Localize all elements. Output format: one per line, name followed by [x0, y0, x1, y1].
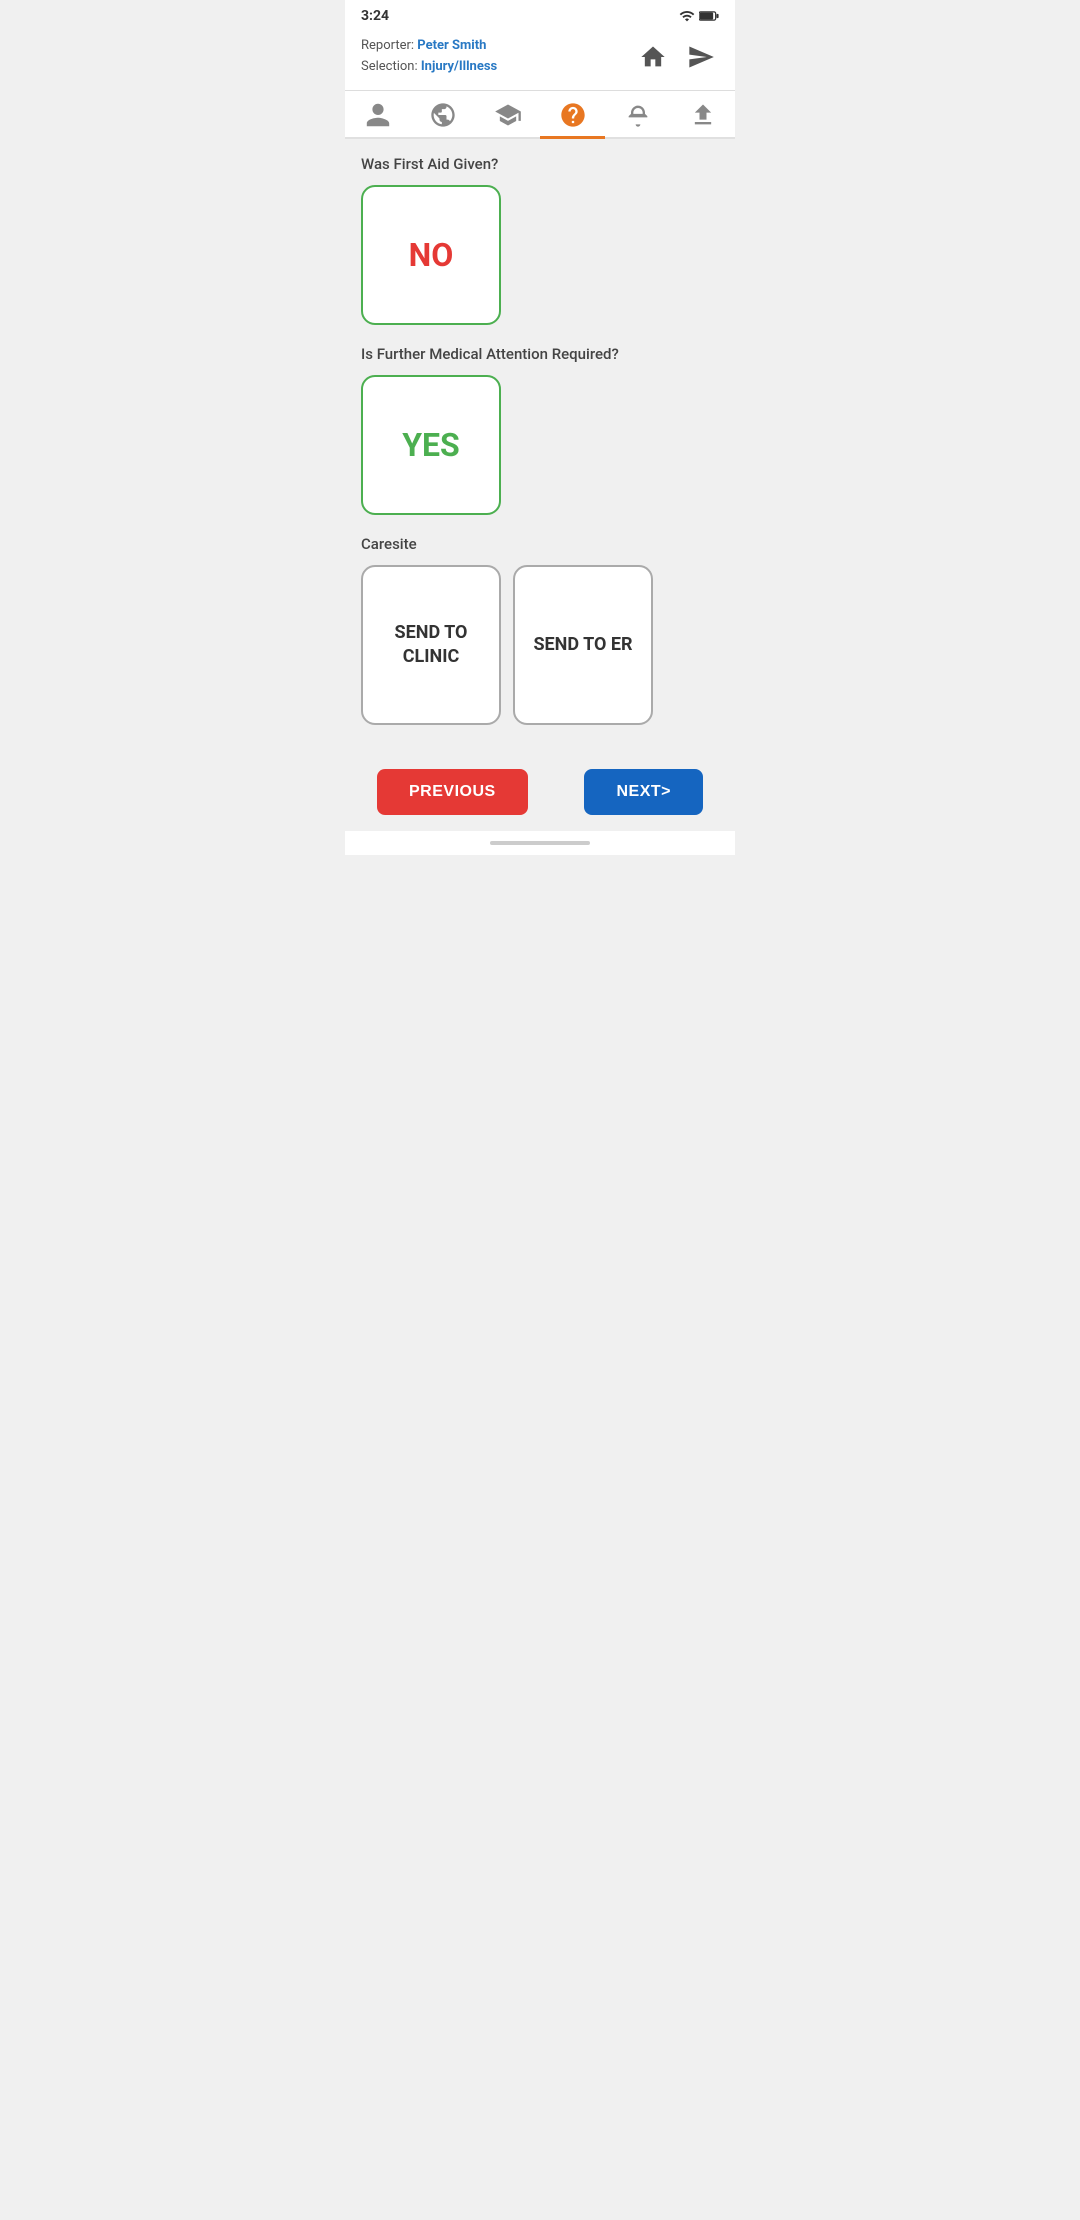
submit-button[interactable] — [683, 39, 719, 75]
next-button[interactable]: NEXT> — [584, 769, 703, 815]
first-aid-no-card[interactable]: NO — [361, 185, 501, 325]
incident-icon — [494, 101, 522, 129]
first-aid-question: Was First Aid Given? — [361, 155, 719, 173]
home-icon — [639, 43, 667, 71]
home-button[interactable] — [635, 39, 671, 75]
tab-questions[interactable] — [540, 91, 605, 137]
tab-incident[interactable] — [475, 91, 540, 137]
caresite-section: Caresite SEND TO CLINIC SEND TO ER — [361, 535, 719, 725]
upload-icon — [689, 101, 717, 129]
reporter-label: Reporter: — [361, 38, 414, 53]
first-aid-no-label: NO — [409, 236, 454, 274]
send-to-er-label: SEND TO ER — [533, 633, 632, 656]
medical-attention-question: Is Further Medical Attention Required? — [361, 345, 719, 363]
main-content: Was First Aid Given? NO Is Further Medic… — [345, 139, 735, 831]
medical-attention-choices: YES — [361, 375, 719, 515]
status-bar: 3:24 — [345, 0, 735, 28]
tab-globe[interactable] — [410, 91, 475, 137]
send-to-clinic-card[interactable]: SEND TO CLINIC — [361, 565, 501, 725]
caresite-cards: SEND TO CLINIC SEND TO ER — [361, 565, 719, 725]
medical-attention-yes-label: YES — [402, 426, 460, 464]
header-info: Reporter: Peter Smith Selection: Injury/… — [361, 36, 497, 78]
bottom-nav: PREVIOUS NEXT> — [361, 749, 719, 831]
reporter-line: Reporter: Peter Smith — [361, 36, 497, 57]
caresite-label: Caresite — [361, 535, 719, 553]
send-to-er-card[interactable]: SEND TO ER — [513, 565, 653, 725]
alert-icon — [624, 101, 652, 129]
bottom-bar — [345, 831, 735, 855]
submit-icon — [687, 43, 715, 71]
signal-icon — [679, 8, 695, 24]
selection-label: Selection: — [361, 59, 418, 74]
battery-icon — [699, 10, 719, 22]
globe-icon — [429, 101, 457, 129]
bottom-pill — [490, 841, 590, 845]
reporter-name: Peter Smith — [417, 38, 486, 53]
previous-button[interactable]: PREVIOUS — [377, 769, 528, 815]
medical-attention-yes-card[interactable]: YES — [361, 375, 501, 515]
selection-line: Selection: Injury/Illness — [361, 57, 497, 78]
nav-tabs — [345, 91, 735, 139]
app-header: Reporter: Peter Smith Selection: Injury/… — [345, 28, 735, 91]
tab-person[interactable] — [345, 91, 410, 137]
header-icons — [635, 39, 719, 75]
person-icon — [364, 101, 392, 129]
status-icons — [679, 8, 719, 24]
question-icon — [559, 101, 587, 129]
status-time: 3:24 — [361, 8, 389, 24]
tab-upload[interactable] — [670, 91, 735, 137]
selection-value: Injury/Illness — [421, 59, 497, 74]
first-aid-choices: NO — [361, 185, 719, 325]
tab-alerts[interactable] — [605, 91, 670, 137]
send-to-clinic-label: SEND TO CLINIC — [373, 621, 489, 668]
